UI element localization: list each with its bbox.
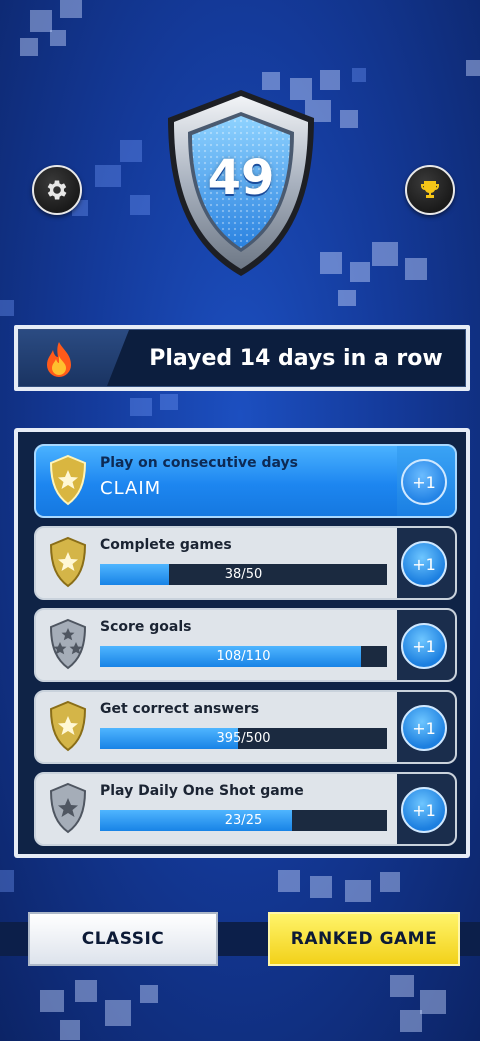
mission-row-score-goals: Score goals 108/110 +1 bbox=[34, 608, 457, 682]
trophy-icon bbox=[421, 181, 439, 198]
mission-title: Complete games bbox=[100, 537, 232, 553]
silver-stars-badge-icon bbox=[49, 618, 87, 670]
progress-text: 38/50 bbox=[224, 567, 263, 582]
fire-icon bbox=[47, 342, 71, 377]
missions-panel: Play on consecutive days CLAIM +1 Comple… bbox=[14, 428, 470, 858]
streak-banner: Played 14 days in a row bbox=[14, 325, 470, 391]
reward-plus-one-button[interactable]: +1 bbox=[401, 787, 447, 833]
reward-plus-one-button[interactable]: +1 bbox=[401, 541, 447, 587]
classic-mode-button[interactable]: CLASSIC bbox=[28, 912, 218, 966]
gold-star-badge-icon bbox=[49, 536, 87, 588]
trophy-button[interactable] bbox=[405, 165, 455, 215]
reward-plus-one-button[interactable]: +1 bbox=[401, 459, 447, 505]
gold-star-badge-icon bbox=[49, 454, 87, 506]
mission-row-correct-answers: Get correct answers 395/500 +1 bbox=[34, 690, 457, 764]
progress-bar: 108/110 bbox=[100, 646, 387, 667]
reward-plus-one-button[interactable]: +1 bbox=[401, 705, 447, 751]
streak-text: Played 14 days in a row bbox=[149, 345, 443, 371]
gear-icon bbox=[47, 180, 67, 200]
mission-title: Score goals bbox=[100, 619, 192, 635]
mission-row-daily-one-shot: Play Daily One Shot game 23/25 +1 bbox=[34, 772, 457, 846]
ranked-game-button[interactable]: RANKED GAME bbox=[268, 912, 460, 966]
progress-bar: 23/25 bbox=[100, 810, 387, 831]
mission-title: Play Daily One Shot game bbox=[100, 783, 304, 799]
progress-text: 23/25 bbox=[224, 813, 263, 828]
mission-title: Play on consecutive days bbox=[100, 455, 298, 471]
progress-bar: 38/50 bbox=[100, 564, 387, 585]
mission-title: Get correct answers bbox=[100, 701, 260, 717]
reward-plus-one-button[interactable]: +1 bbox=[401, 623, 447, 669]
silver-star-badge-icon bbox=[49, 782, 87, 834]
mission-row-complete-games: Complete games 38/50 +1 bbox=[34, 526, 457, 600]
progress-text: 108/110 bbox=[216, 649, 271, 664]
progress-bar: 395/500 bbox=[100, 728, 387, 749]
level-number: 49 bbox=[207, 150, 275, 206]
settings-button[interactable] bbox=[32, 165, 82, 215]
mission-row-consecutive-days[interactable]: Play on consecutive days CLAIM +1 bbox=[34, 444, 457, 518]
claim-label[interactable]: CLAIM bbox=[100, 478, 161, 499]
progress-text: 395/500 bbox=[216, 731, 271, 746]
gold-star-badge-icon bbox=[49, 700, 87, 752]
